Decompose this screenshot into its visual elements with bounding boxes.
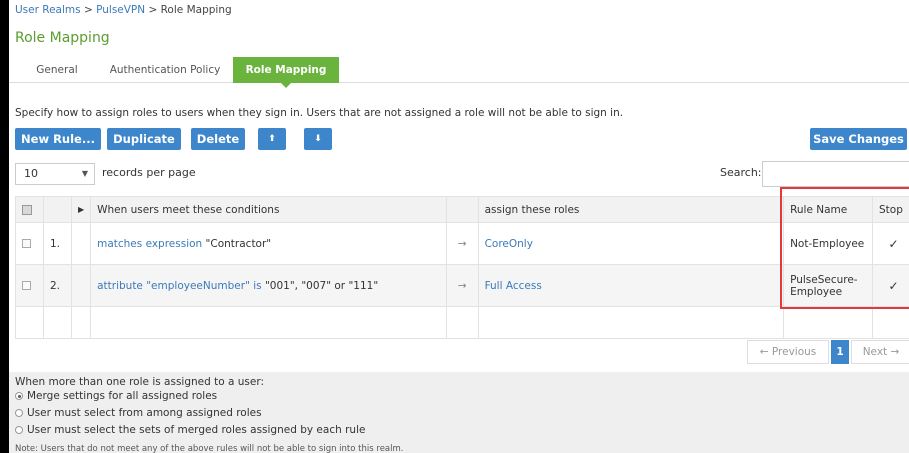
- table-empty-row: [15, 306, 909, 339]
- table-row[interactable]: 1. matches expression "Contractor" → Cor…: [15, 222, 909, 265]
- header-arrow: [445, 196, 479, 223]
- select-all-cell[interactable]: [15, 196, 44, 223]
- row-number: 1.: [42, 222, 72, 265]
- page-title: Role Mapping: [15, 30, 110, 46]
- pagination-previous[interactable]: ← Previous: [747, 340, 829, 364]
- row-number: 2.: [42, 264, 72, 307]
- table-row[interactable]: 2. attribute "employeeNumber" is "001", …: [15, 264, 909, 307]
- tab-role-mapping[interactable]: Role Mapping: [233, 57, 339, 88]
- arrow-right-icon: →: [445, 264, 479, 307]
- search-label: Search:: [720, 166, 762, 179]
- save-changes-button[interactable]: Save Changes: [810, 128, 907, 150]
- arrow-right-icon: →: [445, 222, 479, 265]
- select-all-checkbox[interactable]: [22, 204, 32, 215]
- option-select-merged-sets[interactable]: User must select the sets of merged role…: [15, 424, 365, 436]
- records-per-page-select[interactable]: 10 ▼: [15, 163, 95, 185]
- breadcrumb-user-realms[interactable]: User Realms: [15, 4, 81, 16]
- option-label: User must select from among assigned rol…: [27, 407, 262, 419]
- option-merge-settings[interactable]: Merge settings for all assigned roles: [15, 390, 217, 402]
- breadcrumb-current: Role Mapping: [160, 4, 232, 16]
- options-note: Note: Users that do not meet any of the …: [15, 444, 404, 453]
- chevron-down-icon: ▼: [81, 169, 88, 178]
- option-label: User must select the sets of merged role…: [27, 424, 366, 436]
- role-merge-options: When more than one role is assigned to a…: [9, 372, 909, 453]
- stop-check-icon: ✓: [872, 264, 909, 307]
- condition-value: "001", "007" or "111": [261, 279, 379, 292]
- row-checkbox[interactable]: [22, 239, 31, 248]
- row-rule-name: PulseSecure-Employee: [783, 264, 873, 307]
- pagination-next[interactable]: Next →: [851, 340, 909, 364]
- new-rule-button[interactable]: New Rule...: [15, 128, 101, 150]
- role-mapping-table: ▶ When users meet these conditions assig…: [15, 196, 909, 339]
- breadcrumb-pulsevpn[interactable]: PulseVPN: [96, 4, 145, 16]
- radio-icon[interactable]: [15, 409, 23, 417]
- role-link[interactable]: CoreOnly: [485, 238, 533, 250]
- role-mapping-page: User Realms > PulseVPN > Role Mapping Ro…: [9, 0, 909, 453]
- row-roles: CoreOnly: [477, 222, 785, 265]
- pagination-page-1[interactable]: 1: [831, 340, 849, 364]
- option-select-among-roles[interactable]: User must select from among assigned rol…: [15, 407, 262, 419]
- header-index: [42, 196, 72, 223]
- stop-check-icon: ✓: [872, 222, 909, 265]
- row-conditions: attribute "employeeNumber" is "001", "00…: [90, 264, 447, 307]
- option-label: Merge settings for all assigned roles: [27, 390, 218, 402]
- condition-link[interactable]: attribute "employeeNumber" is: [97, 280, 262, 292]
- row-select-cell[interactable]: [15, 222, 44, 265]
- tab-authentication-policy[interactable]: Authentication Policy: [105, 57, 225, 83]
- radio-selected-icon[interactable]: [15, 392, 23, 400]
- description-text: Specify how to assign roles to users whe…: [15, 107, 624, 119]
- row-checkbox[interactable]: [22, 281, 31, 290]
- role-link[interactable]: Full Access: [485, 280, 542, 292]
- table-header-row: ▶ When users meet these conditions assig…: [15, 196, 909, 223]
- header-conditions[interactable]: When users meet these conditions: [90, 196, 447, 223]
- header-roles[interactable]: assign these roles: [477, 196, 785, 223]
- records-per-page-label: records per page: [102, 166, 196, 179]
- options-title: When more than one role is assigned to a…: [15, 376, 265, 388]
- row-spacer: [70, 264, 92, 307]
- breadcrumb: User Realms > PulseVPN > Role Mapping: [15, 4, 232, 16]
- header-stop[interactable]: Stop: [872, 196, 909, 223]
- breadcrumb-separator: >: [145, 4, 161, 16]
- condition-link[interactable]: matches expression: [97, 238, 202, 250]
- tab-bar: General Authentication Policy Role Mappi…: [9, 57, 909, 88]
- condition-value: "Contractor": [202, 237, 272, 250]
- arrow-down-icon: ⬇: [314, 134, 322, 144]
- delete-button[interactable]: Delete: [191, 128, 245, 150]
- records-per-page-value: 10: [24, 167, 38, 180]
- move-down-button[interactable]: ⬇: [304, 128, 332, 150]
- row-spacer: [70, 222, 92, 265]
- tab-general[interactable]: General: [27, 57, 87, 83]
- row-roles: Full Access: [477, 264, 785, 307]
- row-select-cell[interactable]: [15, 264, 44, 307]
- breadcrumb-separator: >: [80, 4, 97, 16]
- row-conditions: matches expression "Contractor": [90, 222, 447, 265]
- radio-icon[interactable]: [15, 426, 23, 434]
- row-rule-name: Not-Employee: [783, 222, 873, 265]
- duplicate-button[interactable]: Duplicate: [107, 128, 181, 150]
- header-rule-name[interactable]: Rule Name: [783, 196, 873, 223]
- move-up-button[interactable]: ⬆: [258, 128, 286, 150]
- arrow-up-icon: ⬆: [268, 134, 276, 144]
- search-input[interactable]: [762, 161, 909, 187]
- sort-icon[interactable]: ▶: [70, 196, 92, 223]
